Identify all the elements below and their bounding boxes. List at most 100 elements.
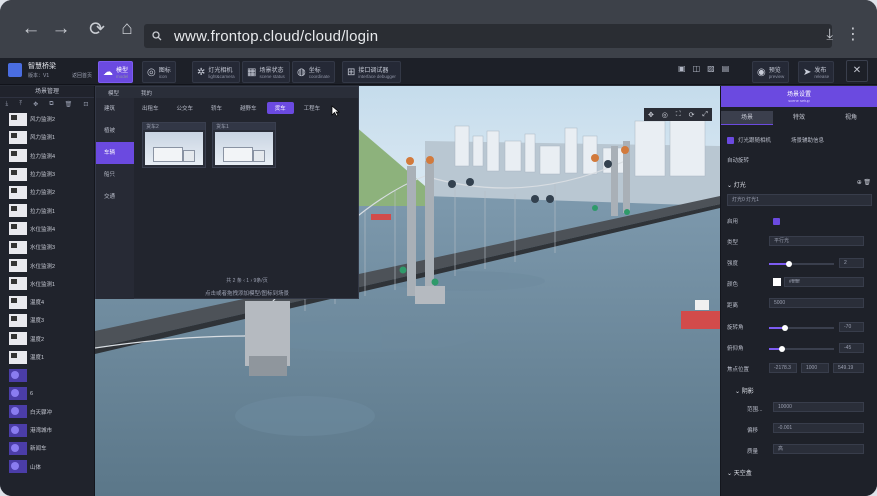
category-item[interactable]: 船只 [96,164,134,186]
reload-icon[interactable]: ⟳ [82,18,112,41]
home-icon[interactable]: ⌂ [112,18,142,40]
scene-info-row[interactable]: 场景辅助信息 [791,136,824,144]
tab-mine[interactable]: 我的 [141,89,152,97]
scene-item[interactable]: 风力监测1 [0,128,94,146]
vehicle-subtab[interactable]: 货车 [266,102,294,114]
toolbar-button-0[interactable]: ☁ 模型 model [98,61,134,83]
scene-item[interactable]: 温度1 [0,348,94,366]
color-swatch[interactable] [773,278,781,286]
range-input[interactable]: 10000 [773,402,864,412]
address-bar[interactable]: www.frontop.cloud/cloud/login [144,24,832,48]
back-icon[interactable]: ← [16,18,46,40]
release-button[interactable]: ➤ 发布 release [798,61,835,83]
light-follow-row[interactable]: 灯光跟随相机 [727,136,771,144]
select-icon[interactable]: ⊡ [83,101,88,108]
distance-input[interactable]: 5000 [769,298,864,308]
category-item[interactable]: 交通 [96,186,134,208]
tab-effects[interactable]: 特效 [773,111,825,125]
vehicle-subtab[interactable]: 工程车 [296,102,329,114]
scene-item[interactable]: 温度4 [0,293,94,311]
light-tabs[interactable]: 灯光0 灯光1 [727,194,872,206]
toolbar-button-3[interactable]: ▦ 场景状态 scene status [242,61,290,83]
skybox-section[interactable]: ⌄ 天空盒 [727,468,752,477]
forward-icon[interactable]: → [46,18,76,40]
pagination[interactable]: 共 2 条 ‹ 1 › 9条/页 [134,277,360,287]
bias-input[interactable]: -0.001 [773,423,864,433]
scene-item[interactable]: 拉力监测1 [0,201,94,219]
quality-select[interactable]: 高 [773,444,864,454]
scene-item[interactable]: 拉力监测3 [0,165,94,183]
scene-item[interactable]: 水位监测2 [0,256,94,274]
tab-models[interactable]: 模型 [108,89,119,97]
model-card[interactable]: 货车1 [212,122,276,168]
light-section[interactable]: ⌄ 灯光 [727,180,746,189]
preview-button[interactable]: ◉ 预览 preview [752,61,790,83]
focus-z-input[interactable]: 549.19 [833,363,864,373]
home-link[interactable]: 返回首页 [72,72,92,79]
add-light-icon[interactable]: ⊕ 🗑 [857,179,871,186]
scene-item[interactable]: 水位监测3 [0,238,94,256]
vehicle-subtab[interactable]: 公交车 [169,102,202,114]
color-input[interactable]: #ffffff [784,277,864,287]
rotate-label: 旋转角 [727,325,744,331]
category-item[interactable]: 植被 [96,120,134,142]
view-tool-icon[interactable]: ⟳ [689,111,695,119]
3d-viewport[interactable]: ✥ ◎ ⛶ ⟳ ⤢ 模型 我的 建筑 植被 车辆 船只 交通 出租车 公交车 轿车 越野车 货车 工程车 … [95,86,720,496]
focus-x-input[interactable]: -2178.3 [769,363,797,373]
upload-icon[interactable]: ⤒ [19,101,22,108]
pitch-input[interactable]: -45 [839,343,864,353]
shadow-section[interactable]: ⌄ 阴影 [735,386,754,395]
save-icon[interactable]: ▤ [722,64,730,73]
rotate-input[interactable]: -70 [839,322,864,332]
split-icon[interactable]: ◫ [693,64,701,73]
category-item[interactable]: 车辆 [96,142,134,164]
checkbox[interactable] [727,136,734,144]
scene-item[interactable]: 拉力监测2 [0,183,94,201]
enable-checkbox[interactable] [773,217,781,225]
model-card[interactable]: 货车2 [142,122,206,168]
scene-item[interactable]: 风力监测2 [0,110,94,128]
view-tool-icon[interactable]: ◎ [662,111,668,119]
scene-item[interactable]: 6 [0,384,94,402]
scene-item[interactable]: 水位监测4 [0,220,94,238]
toolbar-button-5[interactable]: ⊞ 接口调试器 interface debugger [342,61,401,83]
download-icon[interactable]: ⤓ [826,26,833,43]
type-select[interactable]: 平行光 [769,236,864,246]
scene-item[interactable]: 山体 [0,458,94,476]
vehicle-subtab[interactable]: 轿车 [203,102,230,114]
move-icon[interactable]: ✥ [33,101,38,108]
scene-item[interactable]: 白天骤冲 [0,403,94,421]
pitch-slider[interactable] [769,346,834,352]
menu-icon[interactable]: ⋮ [845,24,861,44]
download-icon[interactable]: ⤓ [6,101,9,108]
scene-item[interactable]: 港湾城市 [0,421,94,439]
auto-rotate-row[interactable]: 自动旋转 [727,156,749,164]
delete-icon[interactable]: 🗑 [65,101,73,108]
tab-scene[interactable]: 场景 [721,111,773,125]
scene-item-label: 水位监测1 [30,281,56,288]
close-button[interactable]: ✕ [846,60,868,82]
vehicle-subtab[interactable]: 出租车 [134,102,167,114]
scene-item[interactable]: 温度3 [0,311,94,329]
copy-icon[interactable]: ⧉ [49,101,53,108]
tab-view[interactable]: 视角 [825,111,877,125]
toolbar-button-1[interactable]: ◎ 图标 icon [142,61,176,83]
focus-y-input[interactable]: 1000 [801,363,829,373]
intensity-input[interactable]: 2 [839,258,864,268]
intensity-slider[interactable] [769,261,834,267]
view-tool-icon[interactable]: ⛶ [676,111,681,119]
image-icon[interactable]: ▨ [707,64,715,73]
toolbar-button-2[interactable]: ✲ 灯光相机 light&camera [192,61,240,83]
scene-item[interactable]: 水位监测1 [0,275,94,293]
panel-icon[interactable]: ▣ [678,64,686,73]
scene-item[interactable]: 拉力监测4 [0,147,94,165]
scene-item[interactable]: 新闻车 [0,439,94,457]
category-item[interactable]: 建筑 [96,98,134,120]
vehicle-subtab[interactable]: 越野车 [232,102,265,114]
scene-item[interactable]: 温度2 [0,330,94,348]
toolbar-button-4[interactable]: ◍ 坐标 coordinate [292,61,335,83]
view-tool-icon[interactable]: ⤢ [702,111,708,119]
rotate-slider[interactable] [769,325,834,331]
scene-item[interactable] [0,366,94,384]
view-tool-icon[interactable]: ✥ [648,111,654,119]
